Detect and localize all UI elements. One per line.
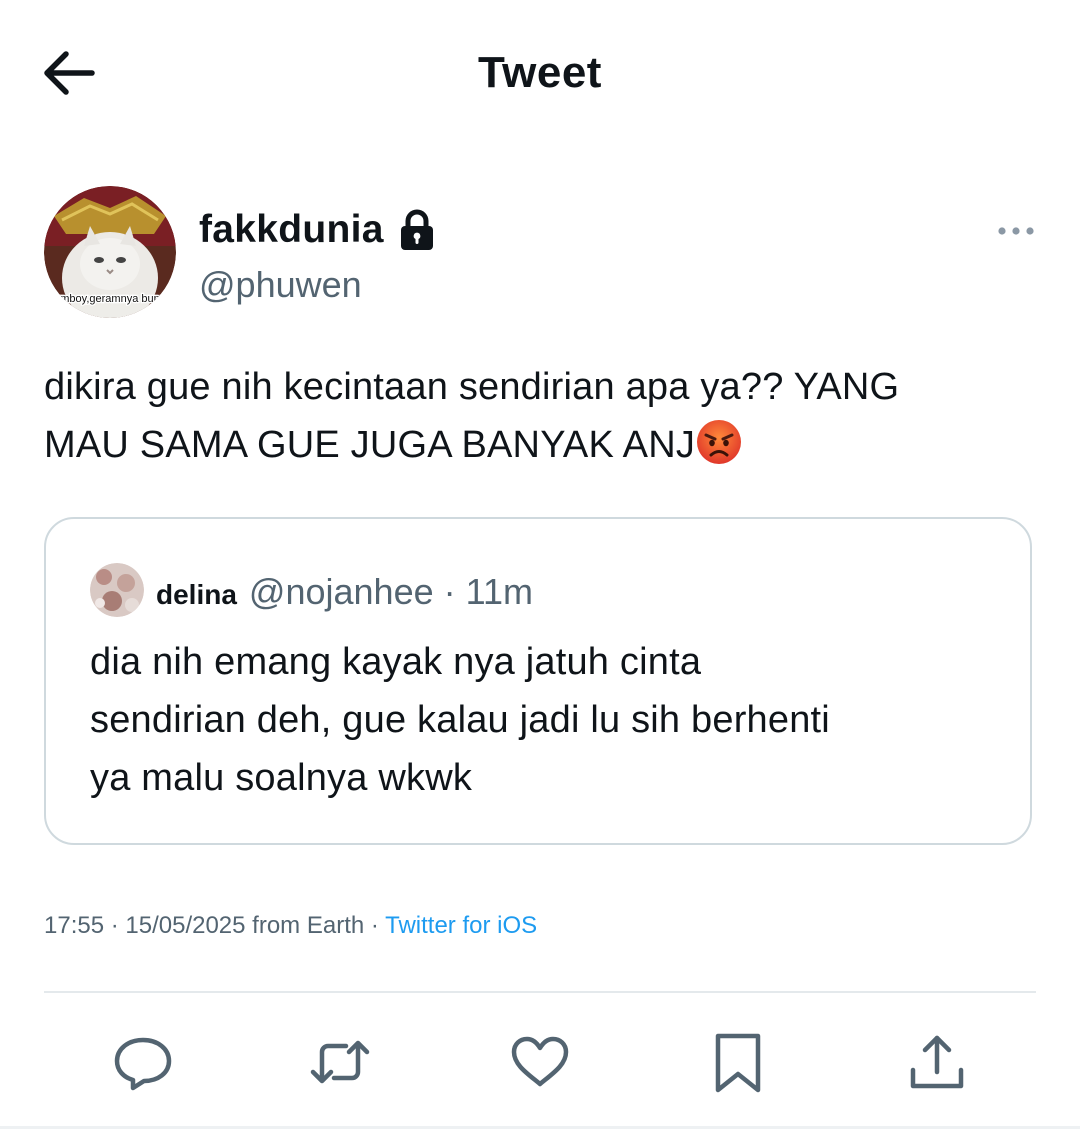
reply-icon	[114, 1037, 172, 1091]
more-button[interactable]	[996, 216, 1036, 246]
avatar-caption: mboy,geramnya bun	[60, 293, 159, 305]
heart-icon	[511, 1036, 569, 1087]
quoted-text: dia nih emang kayak nya jatuh cinta send…	[90, 633, 990, 807]
tweet-line-1: dikira gue nih kecintaan sendirian apa y…	[44, 366, 900, 408]
tweet-line-2: MAU SAMA GUE JUGA BANYAK ANJ	[44, 416, 1044, 474]
tweet-text: dikira gue nih kecintaan sendirian apa y…	[44, 358, 1044, 474]
lock-icon	[400, 209, 433, 250]
quoted-avatar[interactable]	[90, 563, 144, 617]
quoted-tweet[interactable]: delina @nojanhee · 11m dia nih emang kay…	[44, 517, 1032, 845]
quoted-line-1: dia nih emang kayak nya jatuh cinta	[90, 641, 702, 683]
action-bar	[0, 1020, 1080, 1100]
like-button[interactable]	[508, 1030, 572, 1094]
tweet-meta: 17:55 · 15/05/2025 from Earth · Twitter …	[44, 912, 537, 940]
timestamp: 17:55 · 15/05/2025 from Earth ·	[44, 912, 386, 939]
more-horizontal-icon	[998, 227, 1034, 235]
avatar[interactable]: mboy,geramnya bun	[44, 186, 176, 318]
page-title: Tweet	[478, 48, 602, 97]
share-icon	[910, 1035, 964, 1089]
quoted-line-3: ya malu soalnya wkwk	[90, 757, 473, 799]
top-bar: Tweet	[0, 0, 1080, 150]
author-handle[interactable]: @phuwen	[199, 264, 362, 306]
tweet-line-2-text: MAU SAMA GUE JUGA BANYAK ANJ	[44, 424, 696, 466]
source-link[interactable]: Twitter for iOS	[385, 912, 537, 939]
reply-button[interactable]	[111, 1030, 175, 1094]
retweet-icon	[310, 1040, 370, 1084]
tweet-author: mboy,geramnya bun fakkdunia @phuwen	[44, 186, 1036, 326]
quoted-display-name: delina	[156, 579, 237, 610]
divider	[44, 991, 1036, 993]
angry-face-emoji	[697, 420, 742, 464]
quoted-handle-time: @nojanhee · 11m	[248, 571, 533, 612]
share-button[interactable]	[905, 1030, 969, 1094]
display-name[interactable]: fakkdunia	[199, 208, 384, 252]
quoted-line-2: sendirian deh, gue kalau jadi lu sih ber…	[90, 699, 830, 741]
retweet-button[interactable]	[308, 1030, 372, 1094]
bookmark-icon	[715, 1033, 761, 1093]
bookmark-button[interactable]	[706, 1030, 770, 1094]
